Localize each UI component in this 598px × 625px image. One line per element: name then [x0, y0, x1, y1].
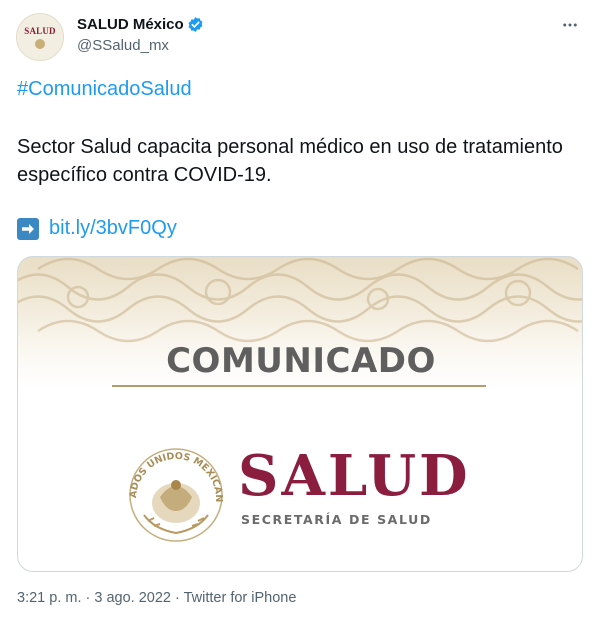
- display-name[interactable]: SALUD México: [77, 16, 184, 33]
- avatar-seal-icon: [35, 38, 45, 49]
- tweet-source[interactable]: Twitter for iPhone: [184, 590, 297, 606]
- avatar-logo-text: SALUD: [24, 25, 56, 36]
- decorative-pattern: [18, 257, 582, 343]
- link-row: bit.ly/3bvF0Qy: [17, 217, 177, 240]
- national-seal-icon: ESTADOS UNIDOS MEXICANOS: [122, 437, 224, 542]
- brand-wordmark: SALUD: [238, 443, 471, 509]
- media-card[interactable]: COMUNICADO ESTADOS UNIDOS MEXICANOS SALU…: [17, 256, 583, 572]
- account-handle[interactable]: @SSalud_mx: [77, 37, 169, 54]
- right-arrow-icon: [17, 217, 39, 240]
- divider-line: [112, 385, 486, 387]
- tweet-footer: 3:21 p. m. · 3 ago. 2022 · Twitter for i…: [17, 590, 296, 606]
- verified-badge-icon: [187, 16, 204, 33]
- tweet-date[interactable]: 3 ago. 2022: [94, 590, 171, 606]
- account-name-row: SALUD México: [77, 16, 204, 33]
- tweet: SALUD SALUD México @SSalud_mx #Comunicad…: [0, 0, 598, 625]
- media-heading: COMUNICADO: [166, 341, 436, 381]
- footer-separator: ·: [170, 590, 184, 606]
- more-options-icon[interactable]: [559, 14, 581, 36]
- short-link[interactable]: bit.ly/3bvF0Qy: [49, 217, 177, 240]
- tweet-time[interactable]: 3:21 p. m.: [17, 590, 81, 606]
- tweet-text: Sector Salud capacita personal médico en…: [17, 136, 563, 186]
- brand-subtitle: SECRETARÍA DE SALUD: [241, 512, 432, 527]
- avatar[interactable]: SALUD: [16, 13, 64, 61]
- footer-separator: ·: [81, 590, 95, 606]
- hashtag-link[interactable]: #ComunicadoSalud: [17, 78, 192, 101]
